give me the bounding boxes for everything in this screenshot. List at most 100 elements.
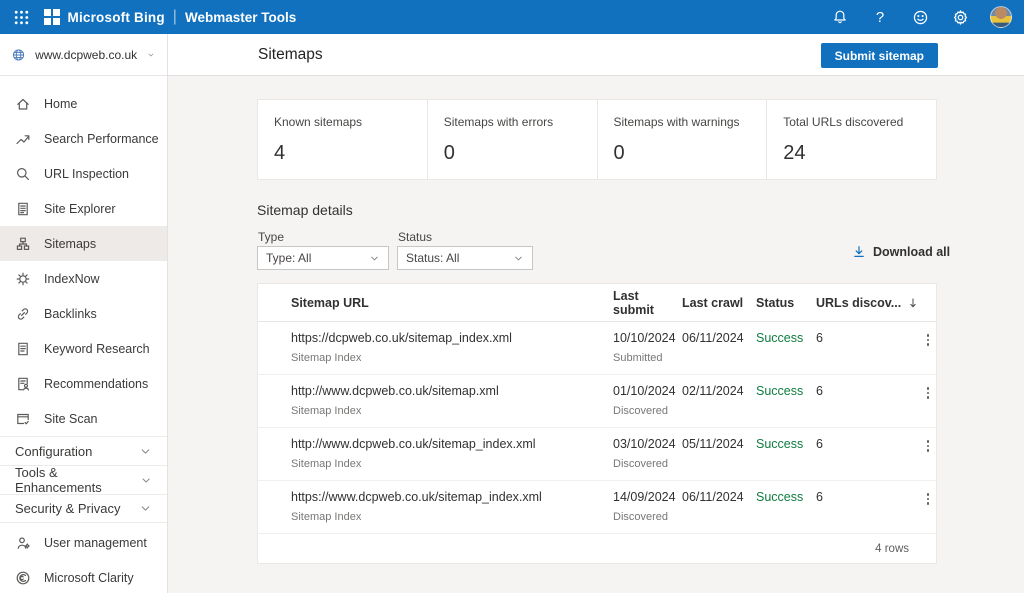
app-launcher-waffle-icon[interactable] <box>12 8 30 26</box>
topbar: Microsoft Bing | Webmaster Tools ? <box>0 0 1024 34</box>
table-row[interactable]: http://www.dcpweb.co.uk/sitemap_index.xm… <box>258 428 936 481</box>
last-crawl-date: 06/11/2024 <box>682 490 756 504</box>
table-row[interactable]: https://www.dcpweb.co.uk/sitemap_index.x… <box>258 481 936 534</box>
settings-gear-icon[interactable] <box>950 7 970 27</box>
sitemap-type: Sitemap Index <box>291 458 613 470</box>
sidebar-item-label: Site Scan <box>44 412 98 426</box>
row-actions-kebab-icon[interactable] <box>921 332 935 348</box>
magnifier-icon <box>15 166 31 182</box>
sidebar-item-indexnow[interactable]: IndexNow <box>0 261 167 296</box>
status-badge: Success <box>756 437 816 451</box>
sidebar-item-label: Sitemaps <box>44 237 96 251</box>
last-submit-date: 01/10/2024 <box>613 384 682 398</box>
last-crawl-date: 06/11/2024 <box>682 331 756 345</box>
document-list-icon <box>15 201 31 217</box>
row-actions-kebab-icon[interactable] <box>921 491 935 507</box>
type-filter-label: Type <box>258 230 284 244</box>
sidebar-item-search-performance[interactable]: Search Performance <box>0 121 167 156</box>
sidebar-section-security-privacy[interactable]: Security & Privacy <box>0 494 167 523</box>
stats-cards: Known sitemaps 4 Sitemaps with errors 0 … <box>257 99 937 180</box>
feedback-smiley-icon[interactable] <box>910 7 930 27</box>
status-filter-dropdown[interactable]: Status: All <box>397 246 533 270</box>
stat-total-urls-discovered: Total URLs discovered 24 <box>767 100 936 179</box>
table-row[interactable]: https://dcpweb.co.uk/sitemap_index.xml S… <box>258 322 936 375</box>
section-label: Tools & Enhancements <box>15 465 140 495</box>
sitemap-url[interactable]: https://dcpweb.co.uk/sitemap_index.xml <box>291 331 613 345</box>
type-filter-dropdown[interactable]: Type: All <box>257 246 389 270</box>
section-label: Security & Privacy <box>15 501 120 516</box>
sidebar-item-user-management[interactable]: User management <box>0 525 167 560</box>
sidebar-item-label: Site Explorer <box>44 202 116 216</box>
submit-method: Discovered <box>613 458 682 470</box>
sitemap-type: Sitemap Index <box>291 511 613 523</box>
sitemap-type: Sitemap Index <box>291 405 613 417</box>
row-actions-kebab-icon[interactable] <box>921 385 935 401</box>
col-urls-discovered[interactable]: URLs discov... <box>816 296 921 310</box>
download-all-button[interactable]: Download all <box>852 245 950 259</box>
col-sitemap-url[interactable]: Sitemap URL <box>291 296 613 310</box>
stat-label: Sitemaps with errors <box>444 115 597 129</box>
chevron-down-icon <box>513 253 524 264</box>
sidebar-item-recommendations[interactable]: Recommendations <box>0 366 167 401</box>
col-last-submit[interactable]: Last submit <box>613 289 682 317</box>
last-submit-date: 14/09/2024 <box>613 490 682 504</box>
site-selector[interactable]: www.dcpweb.co.uk <box>0 34 167 76</box>
status-badge: Success <box>756 384 816 398</box>
person-settings-icon <box>15 535 31 551</box>
chevron-down-icon <box>147 49 155 61</box>
sidebar-item-site-explorer[interactable]: Site Explorer <box>0 191 167 226</box>
sidebar-item-microsoft-clarity[interactable]: Microsoft Clarity <box>0 560 167 593</box>
content: Known sitemaps 4 Sitemaps with errors 0 … <box>168 76 1024 593</box>
stat-value: 24 <box>783 142 936 165</box>
urls-discovered-count: 6 <box>816 331 921 345</box>
sitemap-url[interactable]: https://www.dcpweb.co.uk/sitemap_index.x… <box>291 490 613 504</box>
clarity-logo-icon <box>15 570 31 586</box>
product-name[interactable]: Webmaster Tools <box>185 10 296 25</box>
sidebar-item-label: Home <box>44 97 77 111</box>
last-submit-date: 10/10/2024 <box>613 331 682 345</box>
sidebar-item-label: Search Performance <box>44 132 159 146</box>
row-actions-kebab-icon[interactable] <box>921 438 935 454</box>
globe-icon <box>12 45 25 65</box>
sidebar-item-url-inspection[interactable]: URL Inspection <box>0 156 167 191</box>
sidebar-item-label: IndexNow <box>44 272 100 286</box>
chevron-down-icon <box>369 253 380 264</box>
sitemap-url[interactable]: http://www.dcpweb.co.uk/sitemap_index.xm… <box>291 437 613 451</box>
table-row[interactable]: http://www.dcpweb.co.uk/sitemap.xml Site… <box>258 375 936 428</box>
sidebar-section-tools-enhancements[interactable]: Tools & Enhancements <box>0 465 167 494</box>
download-icon <box>852 245 866 259</box>
sidebar-item-backlinks[interactable]: Backlinks <box>0 296 167 331</box>
submit-method: Discovered <box>613 405 682 417</box>
sitemaps-table: Sitemap URL Last submit Last crawl Statu… <box>257 283 937 564</box>
bell-icon[interactable] <box>830 7 850 27</box>
sidebar-item-home[interactable]: Home <box>0 86 167 121</box>
sidebar-section-configuration[interactable]: Configuration <box>0 436 167 465</box>
help-icon[interactable]: ? <box>870 7 890 27</box>
sidebar-item-label: Keyword Research <box>44 342 150 356</box>
document-text-icon <box>15 341 31 357</box>
site-name: www.dcpweb.co.uk <box>35 48 137 62</box>
home-icon <box>15 96 31 112</box>
user-avatar[interactable] <box>990 6 1012 28</box>
col-last-crawl[interactable]: Last crawl <box>682 296 756 310</box>
brand-name[interactable]: Microsoft Bing <box>68 10 165 25</box>
stat-value: 4 <box>274 142 427 165</box>
urls-discovered-count: 6 <box>816 384 921 398</box>
sidebar-item-keyword-research[interactable]: Keyword Research <box>0 331 167 366</box>
submit-method: Discovered <box>613 511 682 523</box>
link-icon <box>15 306 31 322</box>
sidebar-item-site-scan[interactable]: Site Scan <box>0 401 167 436</box>
sitemap-url[interactable]: http://www.dcpweb.co.uk/sitemap.xml <box>291 384 613 398</box>
sidebar-item-label: Microsoft Clarity <box>44 571 134 585</box>
chevron-down-icon <box>140 474 152 487</box>
status-badge: Success <box>756 331 816 345</box>
table-footer: 4 rows <box>258 534 936 563</box>
sitemap-hierarchy-icon <box>15 236 31 252</box>
submit-sitemap-button[interactable]: Submit sitemap <box>821 43 938 68</box>
sidebar-item-sitemaps[interactable]: Sitemaps <box>0 226 167 261</box>
submit-method: Submitted <box>613 352 682 364</box>
brand-separator: | <box>173 8 177 26</box>
trend-arrow-icon <box>15 131 31 147</box>
sort-descending-arrow-icon[interactable] <box>907 297 919 309</box>
col-status[interactable]: Status <box>756 296 816 310</box>
